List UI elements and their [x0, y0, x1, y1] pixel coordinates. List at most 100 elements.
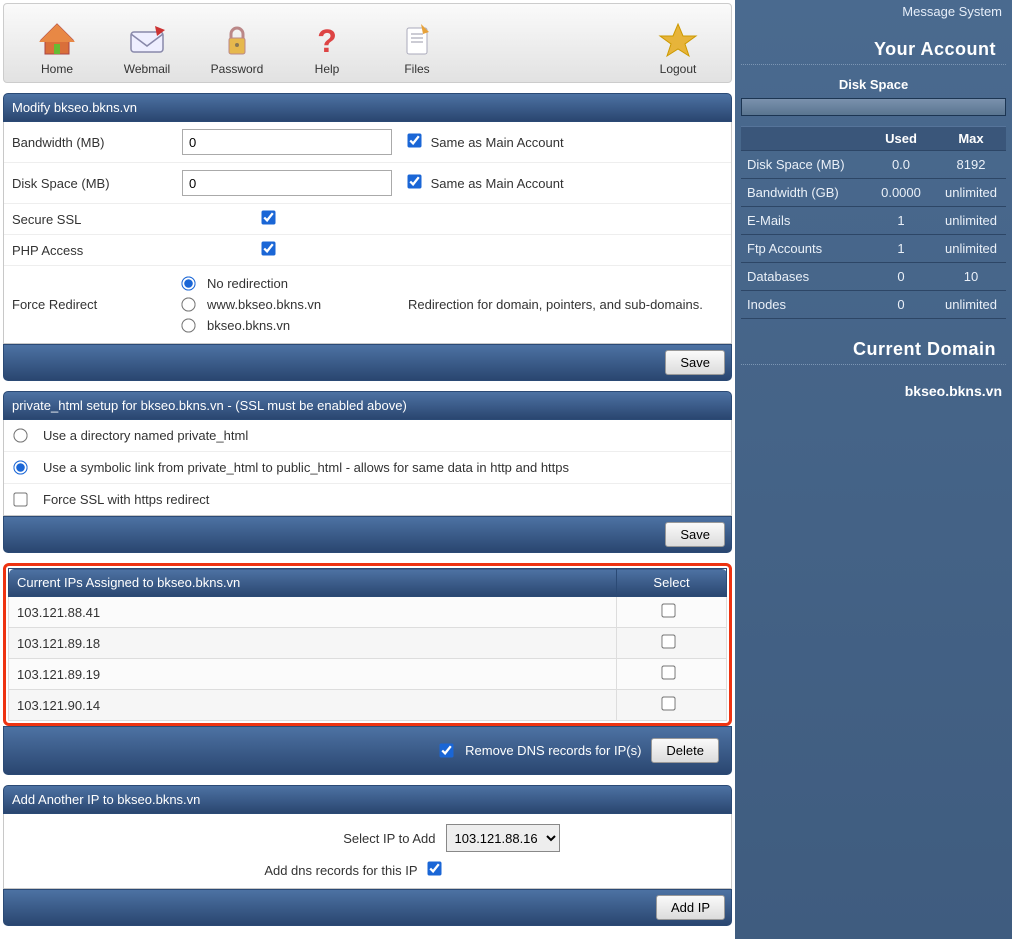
stat-max: unlimited: [936, 179, 1006, 207]
toolbar-webmail[interactable]: Webmail: [102, 20, 192, 76]
toolbar: Home Webmail Password: [3, 3, 732, 83]
message-system-link[interactable]: Message System: [735, 0, 1012, 19]
stat-max: 10: [936, 263, 1006, 291]
toolbar-home[interactable]: Home: [12, 20, 102, 76]
add-dns-label: Add dns records for this IP: [158, 863, 418, 878]
table-row: 103.121.89.19: [9, 659, 727, 690]
private-dir-text: Use a directory named private_html: [43, 428, 248, 443]
stat-max: unlimited: [936, 207, 1006, 235]
stat-key: Disk Space (MB): [741, 151, 866, 179]
delete-ip-button[interactable]: Delete: [651, 738, 719, 763]
stat-used: 0: [866, 291, 936, 319]
ip-select-checkbox[interactable]: [661, 603, 675, 617]
modify-save-button[interactable]: Save: [665, 350, 725, 375]
add-dns-checkbox[interactable]: [427, 861, 441, 875]
redirect-label: Force Redirect: [4, 266, 174, 344]
toolbar-home-label: Home: [41, 62, 73, 76]
redirect-none-text: No redirection: [207, 276, 288, 291]
redirect-www-text: www.bkseo.bkns.vn: [207, 297, 321, 312]
stat-key: Ftp Accounts: [741, 235, 866, 263]
toolbar-password-label: Password: [211, 62, 264, 76]
add-ip-title: Add Another IP to bkseo.bkns.vn: [3, 785, 732, 814]
home-icon: [35, 20, 79, 60]
disk-space-heading: Disk Space: [735, 73, 1012, 98]
select-ip-dropdown[interactable]: 103.121.88.16: [446, 824, 560, 852]
bandwidth-same-checkbox[interactable]: [407, 133, 421, 147]
modify-title: Modify bkseo.bkns.vn: [3, 93, 732, 122]
remove-dns-checkbox[interactable]: [440, 743, 454, 757]
sidebar: Message System Your Account Disk Space U…: [735, 0, 1012, 939]
stat-max: unlimited: [936, 291, 1006, 319]
disk-input[interactable]: [182, 170, 392, 196]
remove-dns-text: Remove DNS records for IP(s): [465, 743, 641, 758]
private-dir-radio[interactable]: [13, 428, 27, 442]
stat-used: 1: [866, 235, 936, 263]
help-icon: ?: [305, 20, 349, 60]
toolbar-files[interactable]: Files: [372, 20, 462, 76]
files-icon: [395, 20, 439, 60]
bandwidth-label: Bandwidth (MB): [4, 122, 174, 163]
private-save-button[interactable]: Save: [665, 522, 725, 547]
table-row: 103.121.88.41: [9, 597, 727, 628]
redirect-none-radio[interactable]: [181, 276, 195, 290]
disk-same-text: Same as Main Account: [431, 176, 564, 191]
ips-select-header: Select: [617, 569, 727, 597]
private-symlink-radio[interactable]: [13, 460, 27, 474]
toolbar-help[interactable]: ? Help: [282, 20, 372, 76]
bandwidth-same-label[interactable]: Same as Main Account: [408, 135, 564, 150]
stat-key: Inodes: [741, 291, 866, 319]
toolbar-webmail-label: Webmail: [124, 62, 170, 76]
stats-table: Used Max Disk Space (MB)0.08192 Bandwidt…: [741, 126, 1006, 319]
ssl-checkbox[interactable]: [261, 210, 275, 224]
your-account-heading: Your Account: [741, 19, 1006, 65]
ip-cell: 103.121.89.18: [9, 628, 617, 659]
private-html-panel: private_html setup for bkseo.bkns.vn - (…: [3, 391, 732, 553]
svg-text:?: ?: [317, 23, 337, 59]
ip-cell: 103.121.89.19: [9, 659, 617, 690]
redirect-bare-radio[interactable]: [181, 318, 195, 332]
table-row: 103.121.89.18: [9, 628, 727, 659]
remove-dns-label[interactable]: Remove DNS records for IP(s): [440, 743, 641, 758]
ip-select-checkbox[interactable]: [661, 696, 675, 710]
redirect-www-radio[interactable]: [181, 297, 195, 311]
ip-select-checkbox[interactable]: [661, 665, 675, 679]
current-ips-panel: Current IPs Assigned to bkseo.bkns.vn Se…: [3, 563, 732, 775]
redirect-bare-text: bkseo.bkns.vn: [207, 318, 290, 333]
mail-icon: [125, 20, 169, 60]
private-html-title: private_html setup for bkseo.bkns.vn - (…: [3, 391, 732, 420]
stat-used: 0: [866, 263, 936, 291]
disk-same-checkbox[interactable]: [407, 174, 421, 188]
bandwidth-same-text: Same as Main Account: [431, 135, 564, 150]
php-checkbox[interactable]: [261, 241, 275, 255]
toolbar-logout[interactable]: Logout: [633, 20, 723, 76]
ips-highlight: Current IPs Assigned to bkseo.bkns.vn Se…: [3, 563, 732, 726]
stat-max: 8192: [936, 151, 1006, 179]
current-domain-heading: Current Domain: [741, 319, 1006, 365]
private-symlink-text: Use a symbolic link from private_html to…: [43, 460, 569, 475]
toolbar-help-label: Help: [315, 62, 340, 76]
lock-icon: [215, 20, 259, 60]
disk-usage-bar: [741, 98, 1006, 116]
toolbar-logout-label: Logout: [660, 62, 697, 76]
star-icon: [656, 20, 700, 60]
stat-used: 0.0000: [866, 179, 936, 207]
current-domain-value: bkseo.bkns.vn: [735, 373, 1012, 409]
toolbar-files-label: Files: [404, 62, 429, 76]
modify-panel: Modify bkseo.bkns.vn Bandwidth (MB) Same…: [3, 93, 732, 381]
stats-used-header: Used: [866, 127, 936, 151]
stat-key: Databases: [741, 263, 866, 291]
stat-key: Bandwidth (GB): [741, 179, 866, 207]
disk-label: Disk Space (MB): [4, 163, 174, 204]
private-force-checkbox[interactable]: [13, 492, 27, 506]
bandwidth-input[interactable]: [182, 129, 392, 155]
ip-cell: 103.121.90.14: [9, 690, 617, 721]
toolbar-password[interactable]: Password: [192, 20, 282, 76]
disk-same-label[interactable]: Same as Main Account: [408, 176, 564, 191]
add-ip-button[interactable]: Add IP: [656, 895, 725, 920]
ip-select-checkbox[interactable]: [661, 634, 675, 648]
add-ip-panel: Add Another IP to bkseo.bkns.vn Select I…: [3, 785, 732, 926]
stats-max-header: Max: [936, 127, 1006, 151]
private-force-text: Force SSL with https redirect: [43, 492, 209, 507]
ips-title: Current IPs Assigned to bkseo.bkns.vn: [9, 569, 617, 597]
redirect-hint: Redirection for domain, pointers, and su…: [400, 266, 731, 344]
